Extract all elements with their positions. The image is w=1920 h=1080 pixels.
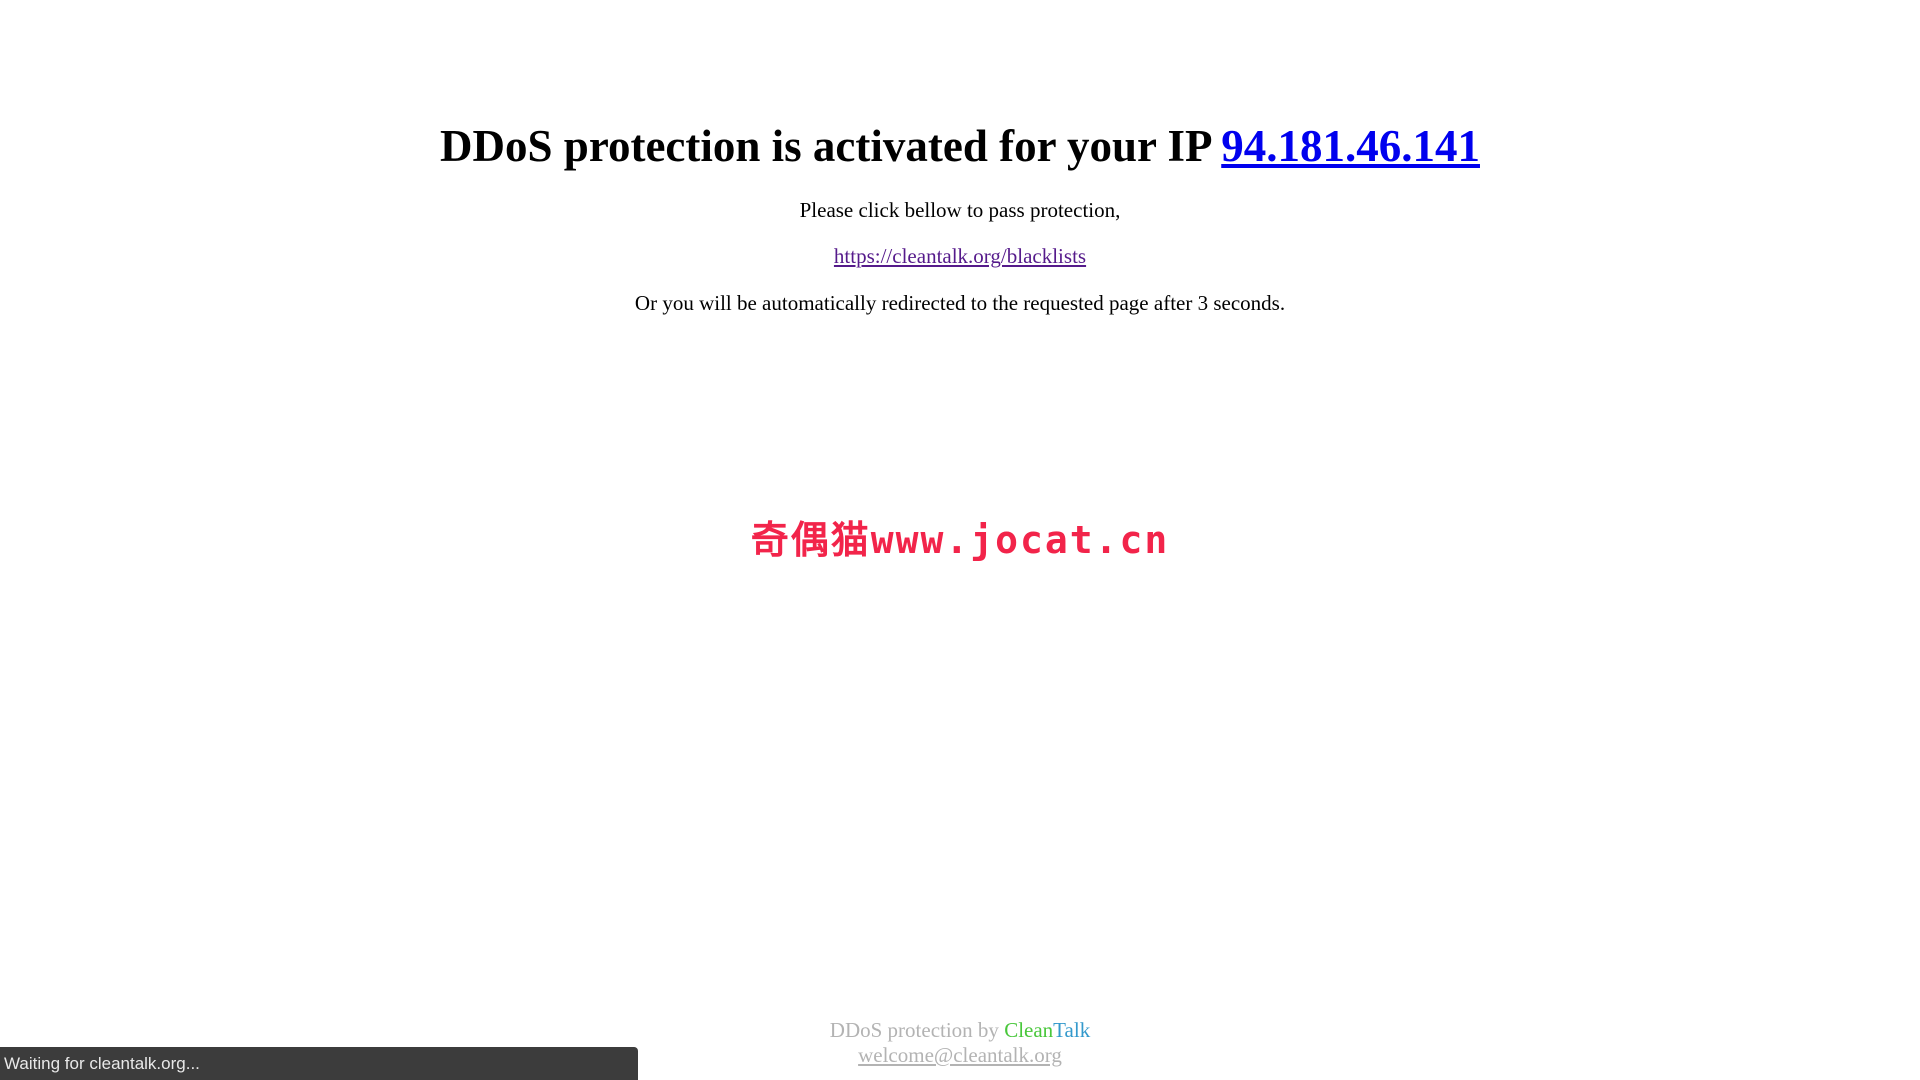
pass-protection-link[interactable]: https://cleantalk.org/blacklists (834, 244, 1086, 268)
page-title-text: DDoS protection is activated for your IP (440, 121, 1222, 171)
brand-clean: Clean (1004, 1018, 1054, 1042)
brand-talk: Talk (1053, 1018, 1091, 1042)
footer-credit-prefix: DDoS protection by (829, 1018, 1005, 1042)
ip-address-link[interactable]: 94.181.46.141 (1221, 121, 1480, 171)
instruction-text: Please click bellow to pass protection, (799, 198, 1121, 222)
pass-link-container: https://cleantalk.org/blacklists (0, 242, 1920, 270)
browser-status-bar: Waiting for cleantalk.org... (0, 1047, 638, 1080)
footer-credit: DDoS protection by CleanTalk (0, 1018, 1920, 1043)
watermark-overlay: 奇偶猫www.jocat.cn (750, 518, 1170, 562)
redirect-notice: Or you will be automatically redirected … (634, 291, 1286, 315)
page-title: DDoS protection is activated for your IP… (0, 118, 1920, 174)
contact-email-link[interactable]: welcome@cleantalk.org (858, 1043, 1062, 1067)
